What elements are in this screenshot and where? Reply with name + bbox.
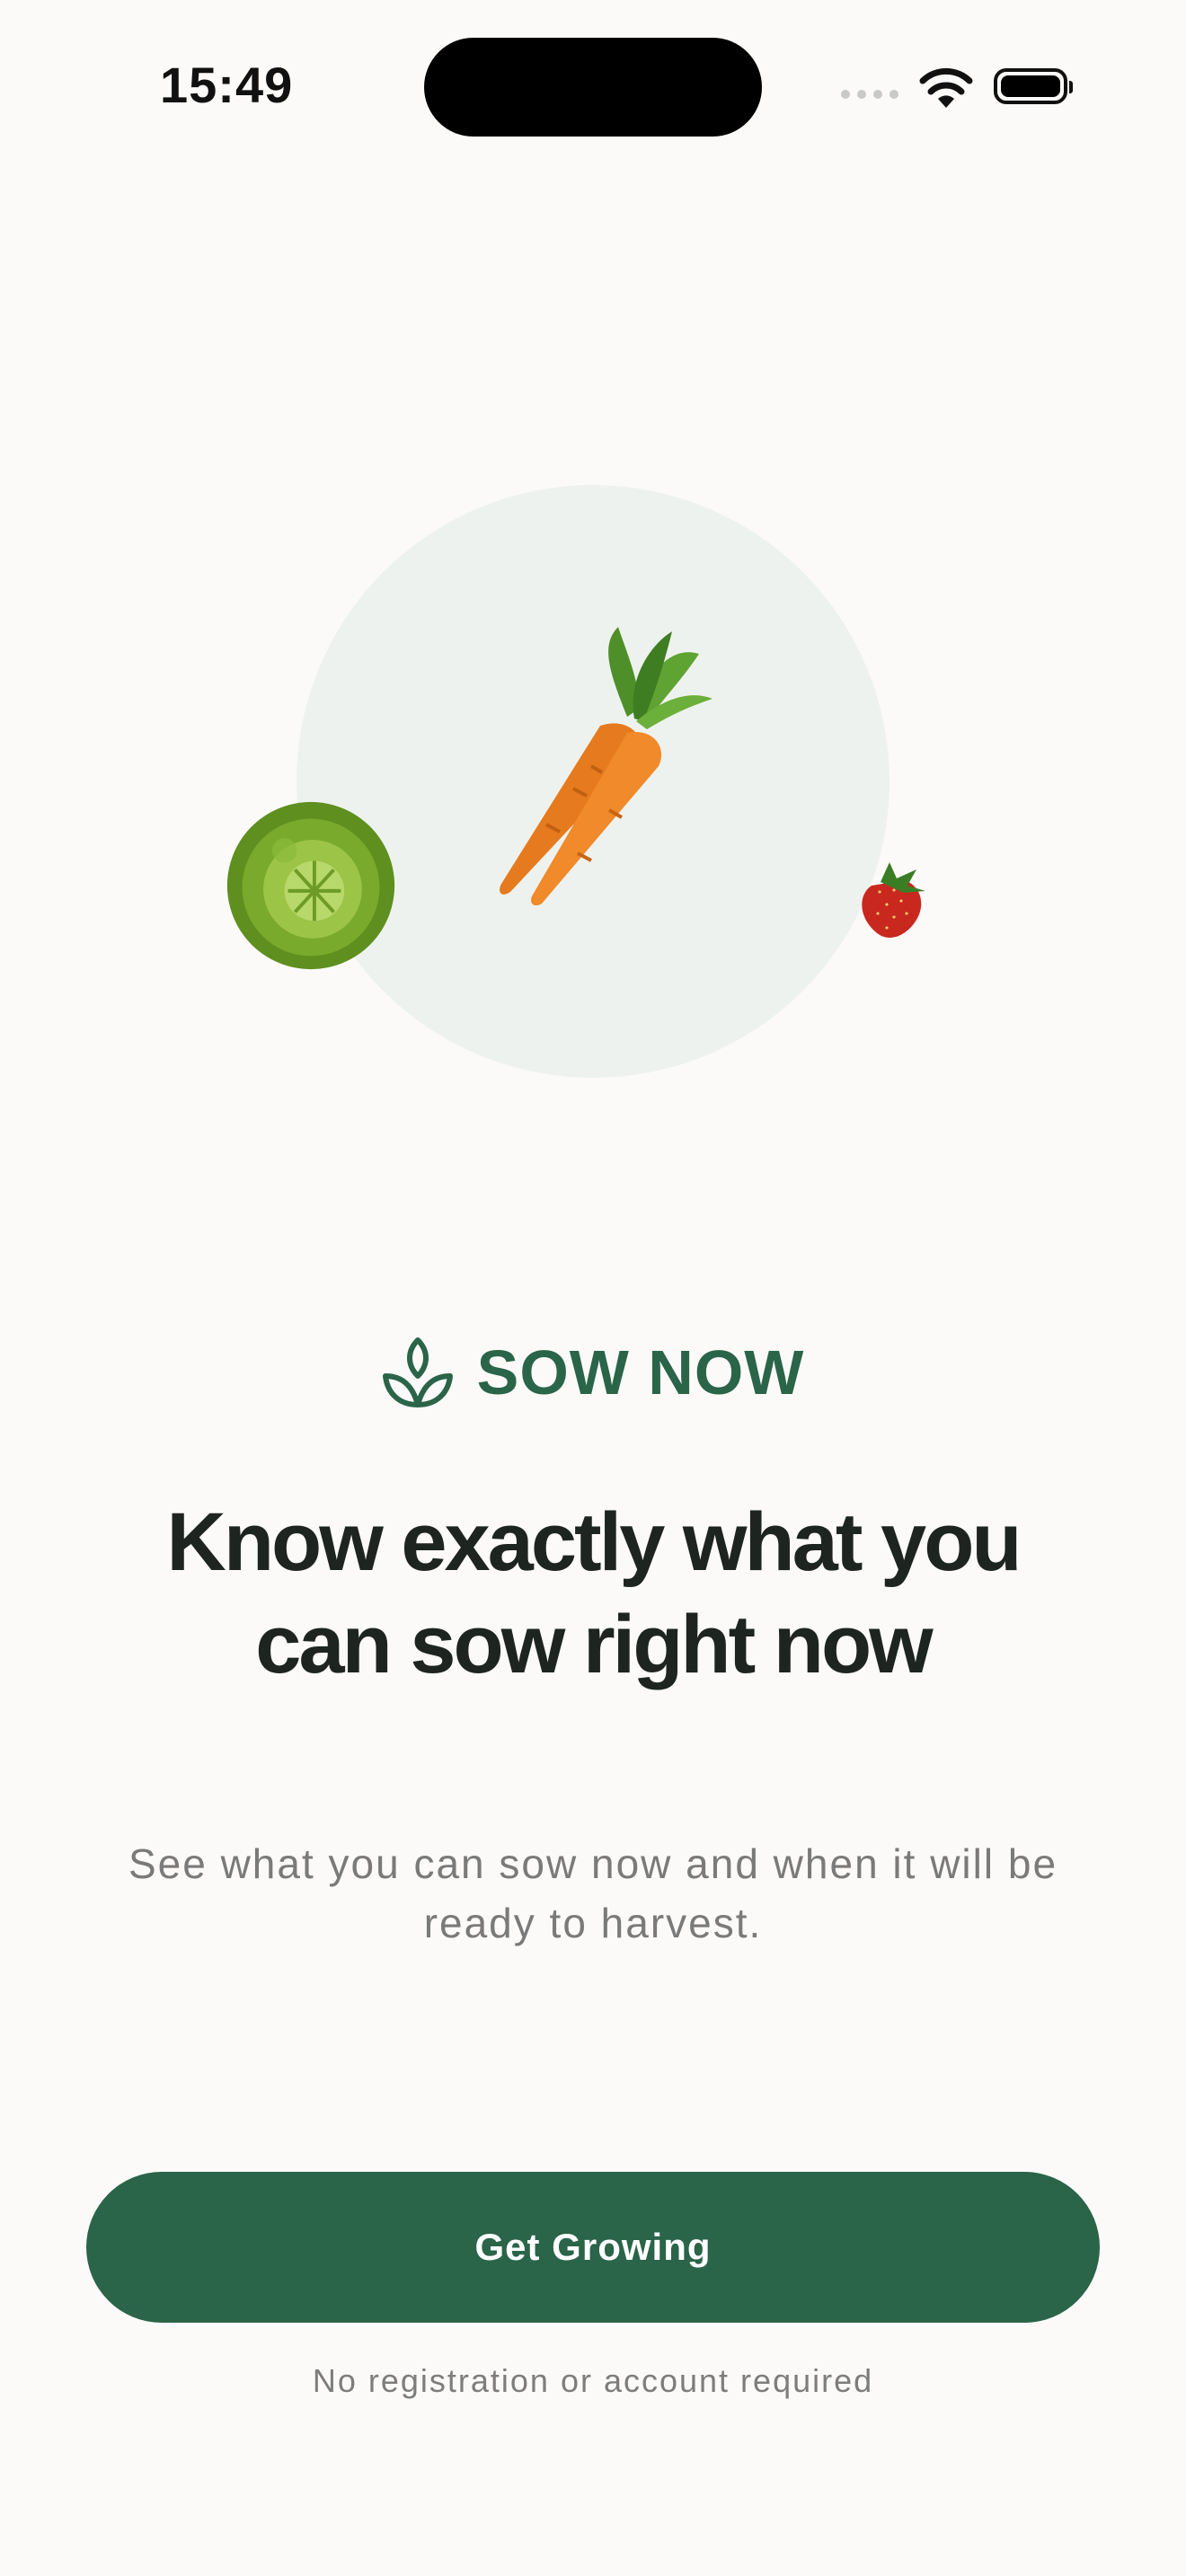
feature-header: SOW NOW bbox=[0, 1337, 1186, 1408]
headline: Know exactly what you can sow right now bbox=[166, 1496, 1022, 1690]
carrot-icon bbox=[500, 627, 712, 905]
subtitle: See what you can sow now and when it wil… bbox=[128, 1840, 1058, 1946]
status-time: 15:49 bbox=[160, 57, 294, 113]
no-registration-note: No registration or account required bbox=[312, 2362, 874, 2399]
sprout-icon bbox=[382, 1337, 453, 1407]
cellular-signal-icon bbox=[841, 90, 898, 99]
feature-label: SOW NOW bbox=[476, 1337, 805, 1407]
cabbage-icon bbox=[226, 801, 395, 970]
strawberry-icon bbox=[862, 862, 925, 938]
get-growing-button[interactable]: Get Growing bbox=[86, 2172, 1100, 2323]
wifi-icon bbox=[919, 67, 973, 108]
dynamic-island bbox=[424, 38, 762, 137]
battery-icon bbox=[994, 68, 1073, 104]
